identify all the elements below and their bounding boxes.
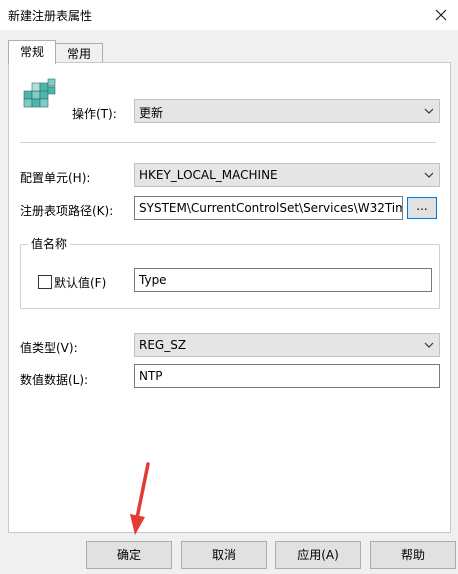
action-label: 操作(T):	[72, 107, 117, 121]
help-button[interactable]: 帮助	[370, 541, 456, 569]
general-tab-panel: 操作(T): 更新 配置单元(H): HKEY_LOCAL_MACHINE 注册…	[8, 62, 451, 533]
value-data-label: 数值数据(L):	[20, 373, 89, 387]
cancel-button[interactable]: 取消	[181, 541, 267, 569]
value-type-value: REG_SZ	[139, 338, 187, 352]
annotation-arrow	[130, 462, 150, 535]
registry-cubes-icon	[23, 78, 56, 108]
value-data-value: NTP	[139, 369, 163, 383]
divider	[20, 142, 436, 143]
window-title: 新建注册表属性	[8, 9, 93, 23]
value-name-input[interactable]: Type	[134, 268, 432, 292]
default-value-checkbox[interactable]	[38, 275, 52, 289]
action-dropdown[interactable]: 更新	[134, 99, 440, 123]
value-data-input[interactable]: NTP	[134, 364, 440, 388]
chevron-down-icon	[424, 342, 434, 348]
value-type-label: 值类型(V):	[20, 341, 78, 355]
browse-button[interactable]: ...	[407, 197, 437, 219]
default-value-label: 默认值(F)	[54, 276, 107, 290]
value-type-dropdown[interactable]: REG_SZ	[134, 333, 440, 357]
hive-label: 配置单元(H):	[20, 171, 91, 185]
tab-general[interactable]: 常规	[8, 40, 56, 64]
close-button[interactable]	[424, 0, 458, 30]
tab-common[interactable]: 常用	[55, 43, 103, 64]
chevron-down-icon	[424, 108, 434, 114]
value-name-legend: 值名称	[28, 235, 71, 252]
apply-button[interactable]: 应用(A)	[275, 541, 361, 569]
tab-strip: 常规 常用	[0, 30, 458, 64]
close-icon	[435, 9, 447, 21]
hive-dropdown[interactable]: HKEY_LOCAL_MACHINE	[134, 163, 440, 187]
action-value: 更新	[139, 106, 164, 120]
key-path-value: SYSTEM\CurrentControlSet\Services\W32Tim	[139, 201, 403, 215]
title-bar: 新建注册表属性	[0, 0, 458, 30]
hive-value: HKEY_LOCAL_MACHINE	[139, 168, 278, 182]
key-path-label: 注册表项路径(K):	[20, 204, 114, 218]
chevron-down-icon	[424, 172, 434, 178]
ok-button[interactable]: 确定	[86, 541, 172, 569]
key-path-input[interactable]: SYSTEM\CurrentControlSet\Services\W32Tim	[134, 196, 403, 220]
value-name-value: Type	[139, 273, 167, 287]
